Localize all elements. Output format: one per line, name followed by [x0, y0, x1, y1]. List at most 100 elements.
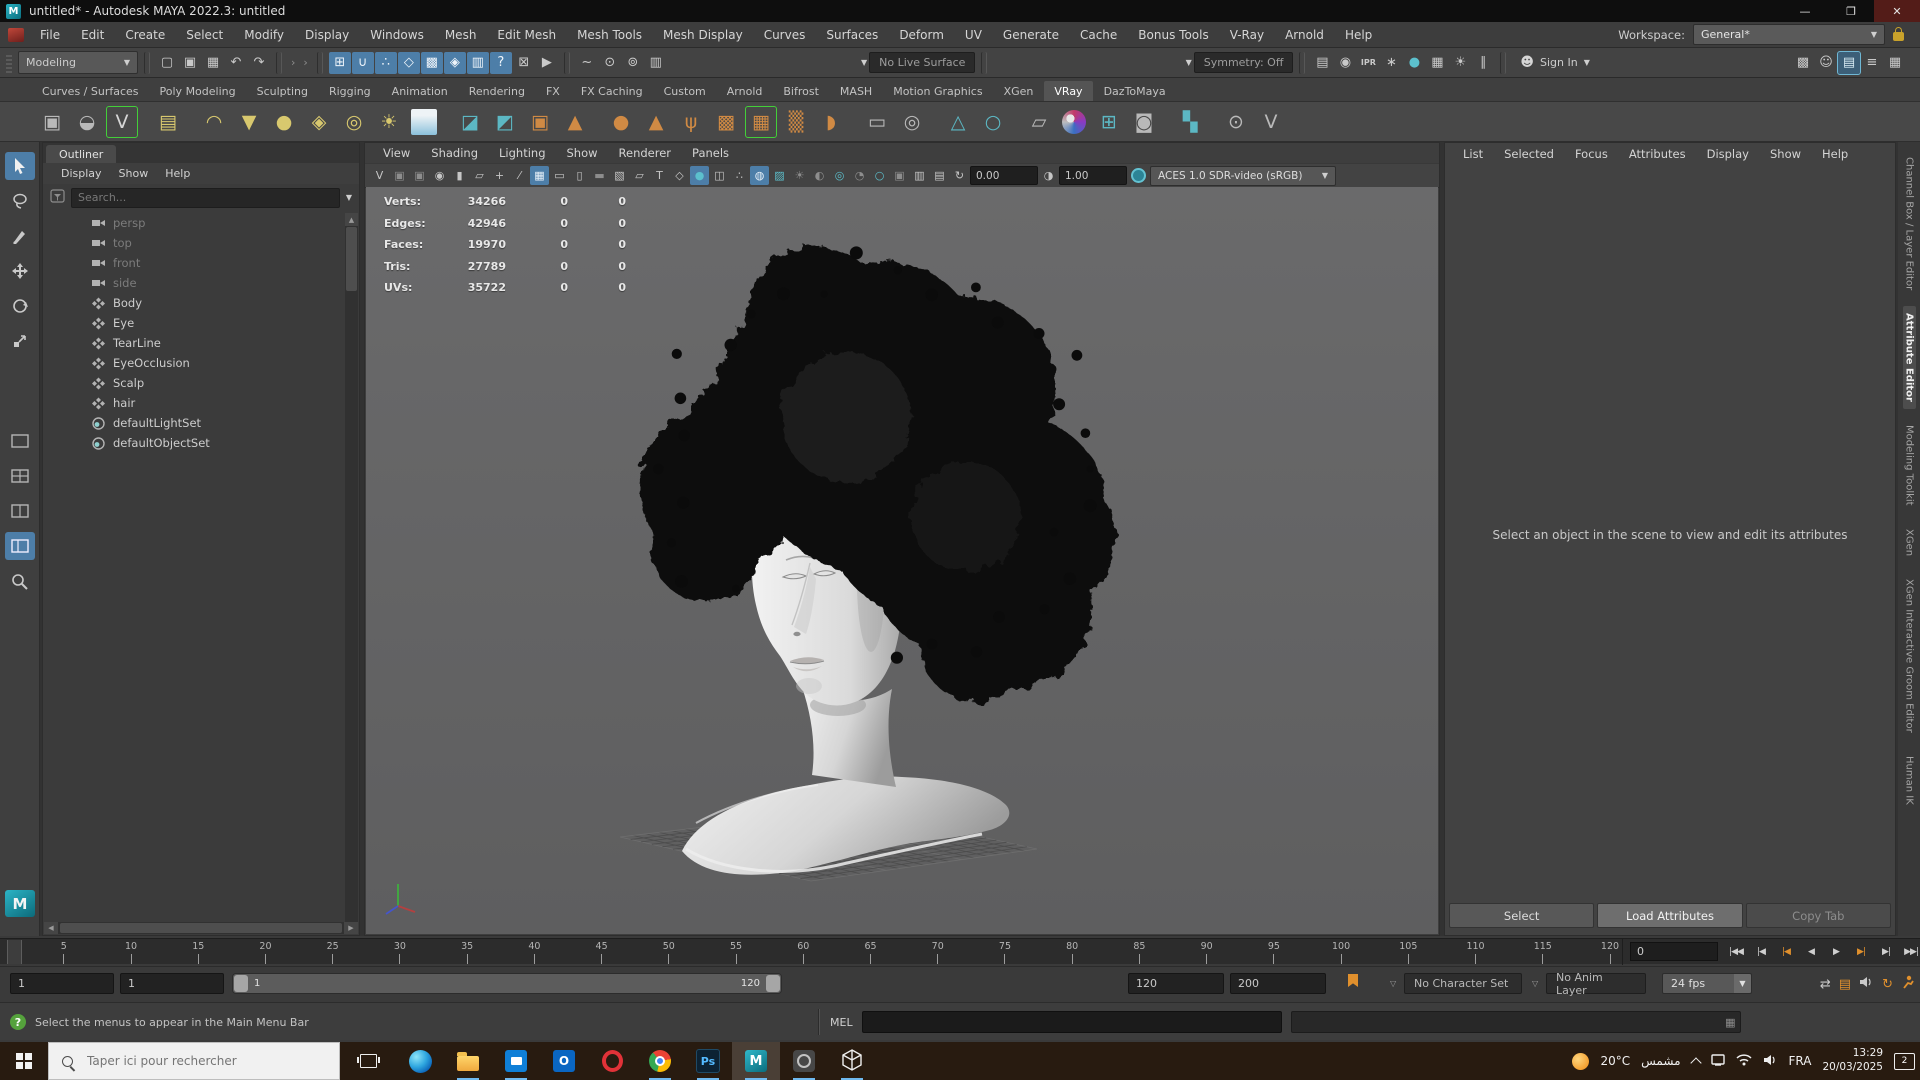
taskbar-app-store[interactable] [492, 1042, 540, 1080]
workspace-dropdown[interactable]: General* ▼ [1693, 24, 1885, 45]
vray-clipped-sphere-icon[interactable]: ◗ [815, 106, 847, 138]
mel-command-input[interactable] [861, 1011, 1282, 1033]
taskbar-app-3d-viewer[interactable] [828, 1042, 876, 1080]
channel-box-toggle-icon[interactable]: ▦ [1884, 52, 1906, 74]
shelf-tab[interactable]: Poly Modeling [150, 81, 246, 101]
separator[interactable] [316, 51, 323, 74]
chevron-down-icon[interactable]: ▽ [1532, 979, 1538, 988]
select-tool[interactable] [4, 152, 35, 180]
snap-projected-center-icon[interactable]: ◇ [397, 51, 420, 74]
render-setup-icon[interactable]: ▦ [1426, 52, 1448, 74]
display-icon[interactable] [1710, 1053, 1725, 1069]
render-settings-icon[interactable]: ∗ [1380, 52, 1402, 74]
grid-toggle-icon[interactable]: ▦ [530, 166, 549, 185]
vray-clipper-icon[interactable]: ▭ [861, 106, 893, 138]
vray-scatter-icon[interactable]: ▒ [780, 106, 812, 138]
lasso-tool[interactable] [5, 187, 35, 215]
menu-item[interactable]: Bonus Tools [1128, 28, 1218, 42]
live-surface-field[interactable]: No Live Surface [869, 52, 976, 73]
vray-geo-light-icon[interactable]: ◈ [303, 106, 335, 138]
script-editor-icon[interactable]: ▦ [1725, 1016, 1735, 1029]
taskbar-app-photoshop[interactable]: Ps [684, 1042, 732, 1080]
outliner-item[interactable]: side [45, 273, 344, 293]
weather-sun-icon[interactable] [1572, 1052, 1590, 1070]
multisample-icon[interactable]: ○ [870, 166, 889, 185]
sidebar-tab[interactable]: Human IK [1903, 749, 1916, 812]
outliner-item[interactable]: Body [45, 293, 344, 313]
viewport-menu-item[interactable]: Shading [421, 146, 488, 160]
taskbar-app-explorer[interactable] [444, 1042, 492, 1080]
attribute-editor-menu-item[interactable]: List [1453, 147, 1493, 161]
menu-item[interactable]: Arnold [1275, 28, 1334, 42]
chevron-down-icon[interactable]: ▼ [346, 193, 352, 202]
viewport-menu-item[interactable]: Lighting [489, 146, 555, 160]
attribute-editor-menu-item[interactable]: Attributes [1619, 147, 1696, 161]
time-slider[interactable]: 5 10 15 20 25 30 35 40 45 50 55 60 65 70… [0, 939, 1623, 965]
notification-center-button[interactable]: 2 [1894, 1052, 1915, 1070]
modeling-toolkit-toggle-icon[interactable]: ▩ [1792, 52, 1814, 74]
vray-logo-gray-icon[interactable]: V [1255, 106, 1287, 138]
vray-cloth-icon[interactable]: ▩ [710, 106, 742, 138]
open-render-view-icon[interactable]: ▤ [1311, 52, 1333, 74]
output-operations-icon[interactable]: ⊙ [599, 52, 621, 74]
joints-xray-icon[interactable]: ▤ [930, 166, 949, 185]
vray-object-select-icon[interactable]: ○ [977, 106, 1009, 138]
outliner-item[interactable]: TearLine [45, 333, 344, 353]
color-management-icon[interactable] [1131, 168, 1146, 183]
snap-magnet-icon[interactable]: ▥ [466, 51, 489, 74]
outliner-vertical-scrollbar[interactable]: ▲ [345, 213, 358, 922]
scrollbar-thumb[interactable] [60, 923, 342, 933]
taskbar-app-capture[interactable] [780, 1042, 828, 1080]
ipr-render-icon[interactable]: IPR [1357, 52, 1379, 74]
menu-item[interactable]: File [30, 28, 70, 42]
step-back-key-button[interactable]: |◀ [1774, 941, 1798, 963]
zoom-tool[interactable] [5, 567, 35, 595]
outliner-filter-icon[interactable] [50, 189, 65, 206]
attribute-editor-menu-item[interactable]: Display [1697, 147, 1759, 161]
move-tool[interactable] [5, 257, 35, 285]
shelf-tab[interactable]: XGen [994, 81, 1044, 101]
scroll-up-icon[interactable]: ▲ [345, 213, 358, 226]
grease-pencil-icon[interactable]: ⁄ [510, 166, 529, 185]
select-camera-icon[interactable]: ▣ [390, 166, 409, 185]
taskbar-app-maya[interactable]: M [732, 1042, 780, 1080]
vray-render-settings-icon[interactable]: ▣ [36, 106, 68, 138]
language-indicator[interactable]: FRA [1789, 1054, 1812, 1068]
shelf-tab[interactable]: Sculpting [247, 81, 318, 101]
go-to-end-button[interactable]: ▶▶| [1899, 941, 1920, 963]
time-playhead[interactable] [7, 940, 22, 964]
modeling-lock-icon[interactable]: ⊠ [513, 52, 535, 74]
vray-palette-icon[interactable]: ◙ [1128, 106, 1160, 138]
vray-light-lister-icon[interactable]: ▤ [152, 106, 184, 138]
loop-playback-icon[interactable]: ⇄ [1820, 977, 1831, 992]
outliner-item[interactable]: Scalp [45, 373, 344, 393]
history-list-icon[interactable]: ▥ [645, 52, 667, 74]
workspace-lock-icon[interactable] [1893, 27, 1904, 41]
clock[interactable]: 13:29 20/03/2025 [1822, 1047, 1883, 1074]
shelf-tab[interactable]: Rendering [459, 81, 535, 101]
vray-fur-ball-icon[interactable]: ● [605, 106, 637, 138]
bounding-box-icon[interactable]: ◫ [710, 166, 729, 185]
outliner-item[interactable]: top [45, 233, 344, 253]
light-editor-icon[interactable]: ☀ [1449, 52, 1471, 74]
vray-logo-icon[interactable]: V [106, 105, 138, 138]
film-gate-icon[interactable]: ▭ [550, 166, 569, 185]
vray-viewport-icon[interactable]: V [370, 166, 389, 185]
viewport-menu-item[interactable]: Panels [682, 146, 739, 160]
exposure-field[interactable]: 0.00 [970, 166, 1038, 185]
attribute-editor-button[interactable]: Load Attributes [1597, 903, 1743, 928]
attribute-editor-menu-item[interactable]: Focus [1565, 147, 1618, 161]
menu-item[interactable]: Select [176, 28, 233, 42]
sidebar-tab[interactable]: Modeling Toolkit [1903, 418, 1916, 513]
vray-page-convert-icon[interactable]: ▱ [1023, 106, 1055, 138]
taskbar-app-chrome[interactable] [636, 1042, 684, 1080]
attribute-editor-toggle-icon[interactable]: ▤ [1837, 50, 1861, 75]
taskbar-app-edge[interactable] [396, 1042, 444, 1080]
menu-item[interactable]: Modify [234, 28, 294, 42]
task-view-button[interactable] [346, 1042, 390, 1080]
separator[interactable] [1500, 51, 1507, 74]
snap-help-icon[interactable]: ? [489, 51, 512, 74]
shelf-tab[interactable]: FX [536, 81, 570, 101]
character-controls-toggle-icon[interactable]: ☺ [1815, 52, 1837, 74]
shelf-tab[interactable]: Animation [382, 81, 458, 101]
